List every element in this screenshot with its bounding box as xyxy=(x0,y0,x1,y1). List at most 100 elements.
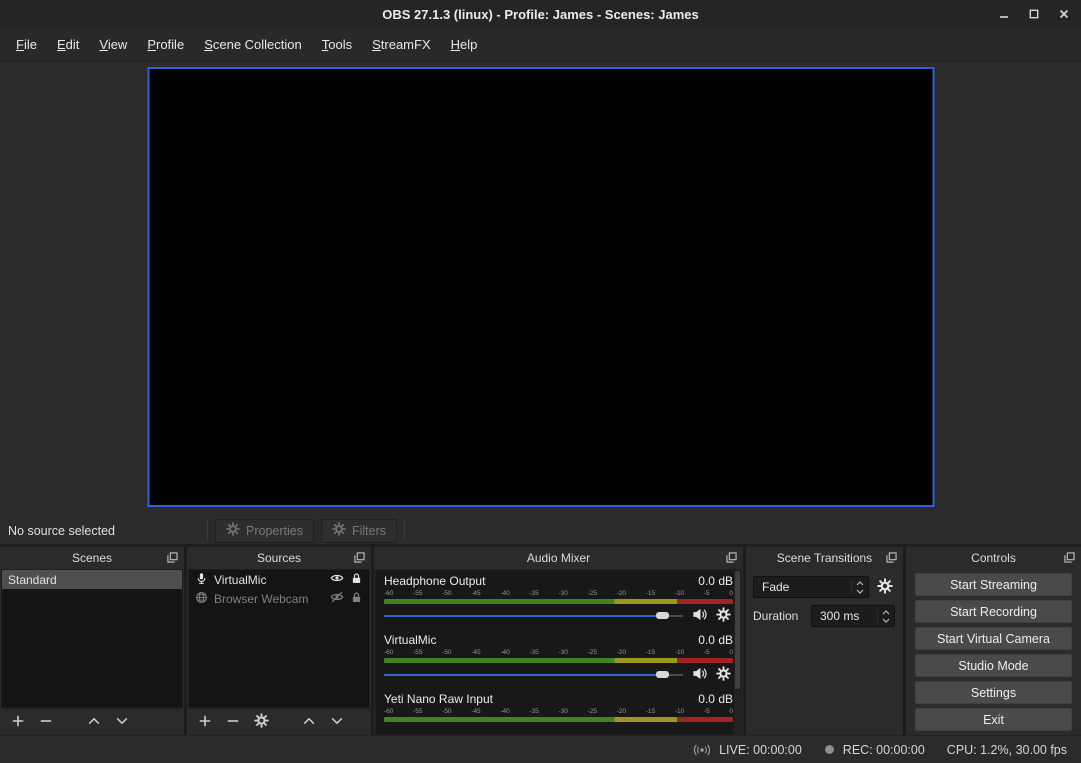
tick-label: -55 xyxy=(413,649,422,657)
visibility-toggle[interactable] xyxy=(330,571,344,588)
studio-mode-button[interactable]: Studio Mode xyxy=(915,654,1072,677)
popout-icon[interactable] xyxy=(726,552,737,563)
transition-properties-button[interactable] xyxy=(874,576,896,598)
duration-label: Duration xyxy=(753,609,806,623)
microphone-icon xyxy=(195,572,208,588)
add-scene-button[interactable] xyxy=(7,712,29,732)
filters-button[interactable]: Filters xyxy=(321,519,397,543)
popout-icon[interactable] xyxy=(1064,552,1075,563)
mixer-title: Audio Mixer xyxy=(527,551,590,565)
mute-button[interactable] xyxy=(692,607,707,625)
tick-label: -15 xyxy=(646,590,655,598)
menu-scene-collection[interactable]: Scene Collection xyxy=(194,28,312,61)
chevron-up-icon xyxy=(856,581,864,586)
sources-title: Sources xyxy=(257,551,301,565)
tick-label: 0 xyxy=(729,590,733,598)
popout-icon[interactable] xyxy=(354,552,365,563)
mixer-channel-headphone-output: Headphone Output 0.0 dB -60-55-50-45-40-… xyxy=(384,573,733,624)
source-item-virtualmic[interactable]: VirtualMic xyxy=(189,570,369,589)
source-toolbar: No source selected Properties Filters xyxy=(0,517,1081,547)
scenes-dock: Scenes Standard xyxy=(0,547,184,735)
mixer-channel-virtualmic: VirtualMic 0.0 dB -60-55-50-45-40-35-30-… xyxy=(384,632,733,683)
menu-edit[interactable]: Edit xyxy=(47,28,89,61)
start-streaming-button[interactable]: Start Streaming xyxy=(915,573,1072,596)
sources-dock: Sources VirtualMic xyxy=(187,547,371,735)
titlebar[interactable]: OBS 27.1.3 (linux) - Profile: James - Sc… xyxy=(0,0,1081,28)
move-scene-down-button[interactable] xyxy=(111,712,133,732)
visibility-toggle[interactable] xyxy=(330,590,344,607)
popout-icon[interactable] xyxy=(886,552,897,563)
settings-button[interactable]: Settings xyxy=(915,681,1072,704)
speaker-icon xyxy=(692,666,707,684)
globe-icon xyxy=(195,591,208,607)
lock-toggle[interactable] xyxy=(350,591,363,607)
tick-label: -40 xyxy=(500,649,509,657)
exit-button[interactable]: Exit xyxy=(915,708,1072,731)
tick-label: -20 xyxy=(617,708,626,716)
transitions-dock-header[interactable]: Scene Transitions xyxy=(746,547,903,569)
lock-icon xyxy=(350,572,363,588)
program-canvas[interactable] xyxy=(147,67,934,507)
chevron-down-icon xyxy=(856,589,864,594)
mixer-scrollbar[interactable] xyxy=(734,570,741,734)
volume-slider[interactable] xyxy=(384,668,683,682)
duration-input[interactable]: 300 ms xyxy=(811,605,895,627)
no-source-label: No source selected xyxy=(8,524,200,538)
properties-button[interactable]: Properties xyxy=(215,519,314,543)
add-source-button[interactable] xyxy=(194,712,216,732)
menu-file[interactable]: File xyxy=(6,28,47,61)
channel-settings-button[interactable] xyxy=(716,607,731,625)
tick-label: -40 xyxy=(500,708,509,716)
live-status: LIVE: 00:00:00 xyxy=(719,743,802,757)
duration-arrows[interactable] xyxy=(877,610,890,623)
menu-view[interactable]: View xyxy=(89,28,137,61)
channel-settings-button[interactable] xyxy=(716,666,731,684)
move-source-up-button[interactable] xyxy=(298,712,320,732)
close-button[interactable] xyxy=(1057,7,1071,21)
window-controls xyxy=(997,0,1071,28)
menu-help[interactable]: Help xyxy=(441,28,488,61)
scene-item-standard[interactable]: Standard xyxy=(2,570,182,589)
meter-scale: -60-55-50-45-40-35-30-25-20-15-10-50 xyxy=(384,590,733,598)
volume-slider[interactable] xyxy=(384,609,683,623)
move-scene-up-button[interactable] xyxy=(83,712,105,732)
minimize-button[interactable] xyxy=(997,7,1011,21)
eye-slash-icon xyxy=(330,590,344,607)
maximize-button[interactable] xyxy=(1027,7,1041,21)
slider-handle[interactable] xyxy=(656,671,669,678)
tick-label: 0 xyxy=(729,708,733,716)
tick-label: -45 xyxy=(471,590,480,598)
remove-scene-button[interactable] xyxy=(35,712,57,732)
popout-icon[interactable] xyxy=(167,552,178,563)
mixer-dock-header[interactable]: Audio Mixer xyxy=(374,547,743,569)
source-item-browser-webcam[interactable]: Browser Webcam xyxy=(189,589,369,608)
tick-label: 0 xyxy=(729,649,733,657)
tick-label: -25 xyxy=(588,649,597,657)
lock-toggle[interactable] xyxy=(350,572,363,588)
start-virtual-camera-button[interactable]: Start Virtual Camera xyxy=(915,627,1072,650)
tick-label: -50 xyxy=(442,708,451,716)
slider-handle[interactable] xyxy=(656,612,669,619)
select-arrows[interactable] xyxy=(851,581,864,594)
tick-label: -20 xyxy=(617,590,626,598)
tick-label: -40 xyxy=(500,590,509,598)
mute-button[interactable] xyxy=(692,666,707,684)
scenes-dock-header[interactable]: Scenes xyxy=(0,547,184,569)
controls-dock-header[interactable]: Controls xyxy=(906,547,1081,569)
remove-source-button[interactable] xyxy=(222,712,244,732)
menu-profile[interactable]: Profile xyxy=(137,28,194,61)
transition-select[interactable]: Fade xyxy=(753,576,869,598)
status-bar: LIVE: 00:00:00 REC: 00:00:00 CPU: 1.2%, … xyxy=(0,735,1081,763)
sources-dock-header[interactable]: Sources xyxy=(187,547,371,569)
transitions-panel: Fade Duration 300 ms xyxy=(747,569,902,735)
source-properties-button[interactable] xyxy=(250,712,272,732)
tick-label: -50 xyxy=(442,590,451,598)
mixer-channel-yeti-nano: Yeti Nano Raw Input 0.0 dB -60-55-50-45-… xyxy=(384,691,733,722)
menu-streamfx[interactable]: StreamFX xyxy=(362,28,441,61)
separator xyxy=(207,521,208,541)
tick-label: -35 xyxy=(529,649,538,657)
move-source-down-button[interactable] xyxy=(326,712,348,732)
start-recording-button[interactable]: Start Recording xyxy=(915,600,1072,623)
channel-level: 0.0 dB xyxy=(698,574,733,588)
menu-tools[interactable]: Tools xyxy=(312,28,362,61)
